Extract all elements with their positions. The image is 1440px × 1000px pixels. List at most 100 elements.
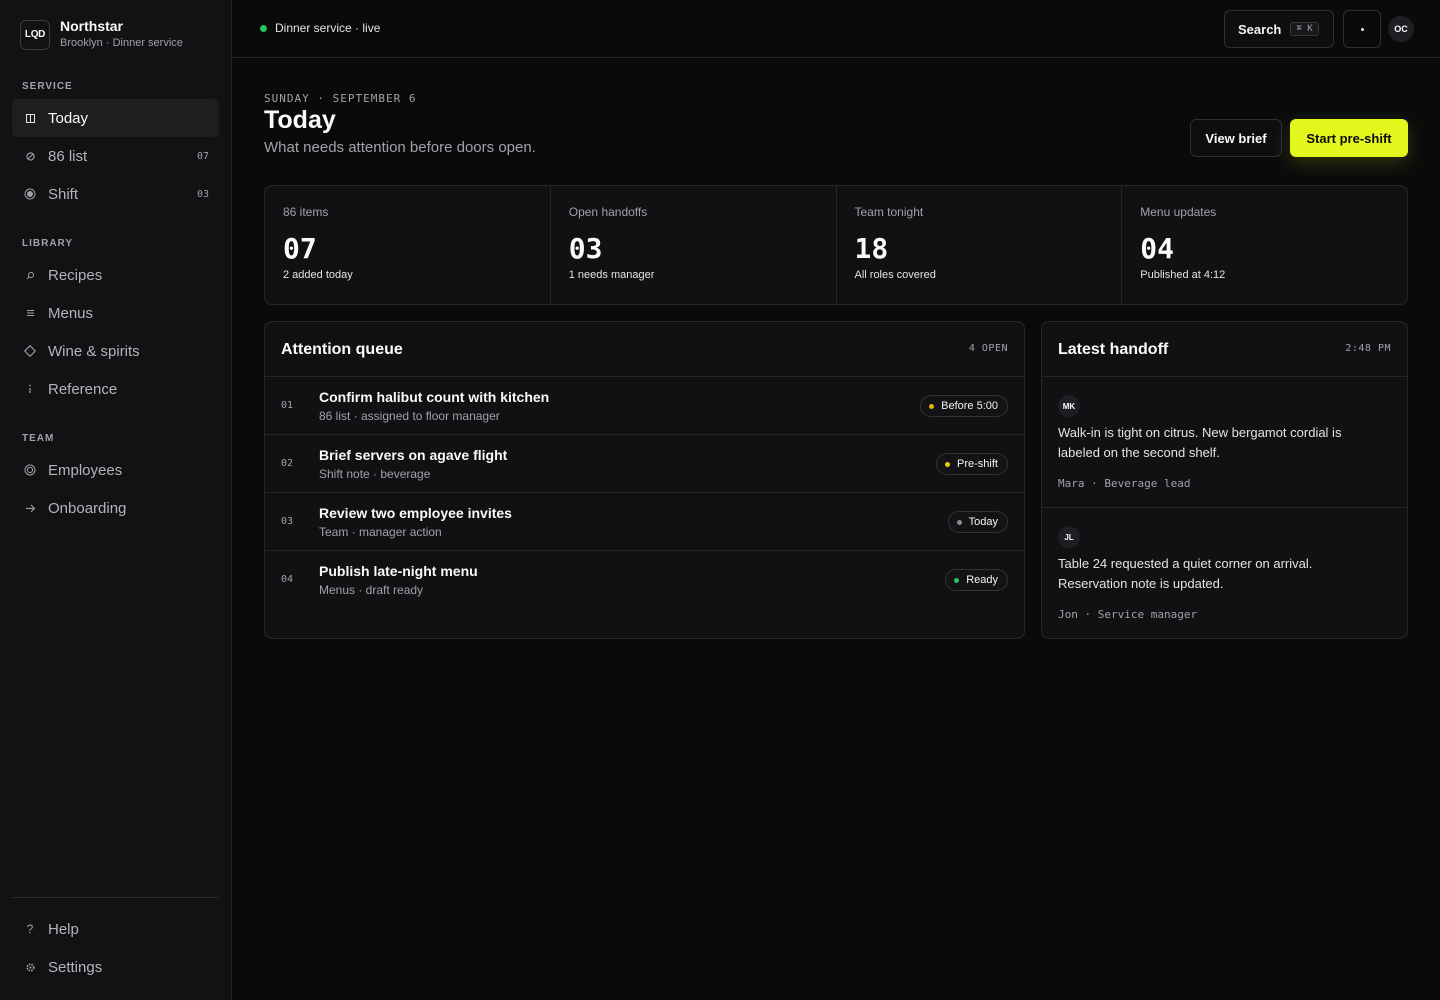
brand-subtitle: Brooklyn · Dinner service [60, 37, 183, 49]
handoff-author: Jon · Service manager [1058, 608, 1198, 621]
row-subtitle: 86 list · assigned to floor manager [319, 409, 500, 423]
ban-icon [12, 151, 48, 161]
stat-value: 18 [854, 232, 889, 265]
search-button[interactable]: Search ⌘ K [1224, 10, 1334, 48]
sidebar-item-label: Onboarding [48, 499, 127, 517]
handoff-text: Walk-in is tight on citrus. New bergamot… [1058, 425, 1342, 460]
stat-label: Team tonight [854, 205, 924, 219]
sidebar-item-count: 07 [196, 150, 209, 162]
brand-logo: LQD [20, 19, 50, 50]
avatar: JL [1058, 526, 1080, 548]
topbar: Dinner service · live Search ⌘ K OC [232, 0, 1440, 58]
sidebar-item-label: Employees [48, 461, 123, 479]
section-label-team: TEAM [22, 433, 55, 444]
search-label: Search [1238, 21, 1282, 37]
diamond-icon [12, 345, 48, 357]
panel-header: Latest handoff 2:48 PM [1042, 322, 1407, 377]
stat-sub: All roles covered [854, 269, 936, 281]
queue-row[interactable]: 03 Review two employee invites Team · ma… [265, 493, 1024, 551]
badge-label: Pre-shift [957, 458, 998, 470]
sidebar-item-settings[interactable]: Settings [12, 948, 219, 986]
row-subtitle: Menus · draft ready [319, 583, 424, 597]
stat-value: 04 [1140, 232, 1174, 265]
attention-queue-panel: Attention queue 4 OPEN 01 Confirm halibu… [264, 321, 1025, 639]
row-title: Confirm halibut count with kitchen [319, 389, 550, 405]
radio-icon [12, 188, 48, 200]
row-title: Publish late-night menu [319, 563, 478, 579]
avatar: MK [1058, 395, 1080, 417]
view-brief-button[interactable]: View brief [1190, 119, 1282, 157]
start-preshift-button[interactable]: Start pre-shift [1290, 119, 1408, 157]
page-title: Today [264, 106, 336, 134]
sidebar-item-reference[interactable]: Reference [12, 370, 219, 408]
brand-name: Northstar [60, 18, 124, 34]
badge-label: Today [968, 516, 998, 528]
lines-icon [12, 309, 48, 317]
sidebar-item-label: Reference [48, 380, 118, 398]
sidebar-item-label: 86 list [48, 147, 88, 165]
row-title: Brief servers on agave flight [319, 447, 508, 463]
sidebar-item-shift[interactable]: Shift 03 [12, 175, 219, 213]
stat-menu-updates[interactable]: Menu updates 04 Published at 4:12 [1122, 186, 1407, 304]
sidebar-item-label: Recipes [48, 266, 103, 284]
status-badge: Ready [945, 569, 1008, 591]
stat-86-items[interactable]: 86 items 07 2 added today [265, 186, 551, 304]
gear-icon [12, 962, 48, 972]
row-subtitle: Team · manager action [319, 525, 442, 539]
section-label-library: LIBRARY [22, 238, 74, 249]
stat-team-tonight[interactable]: Team tonight 18 All roles covered [837, 186, 1123, 304]
sidebar-item-recipes[interactable]: Recipes [12, 256, 219, 294]
stat-sub: Published at 4:12 [1140, 269, 1226, 281]
badge-dot-icon [945, 461, 951, 467]
sidebar-item-label: Help [48, 920, 79, 938]
more-button[interactable] [1343, 10, 1381, 48]
row-number: 02 [281, 458, 294, 469]
arrow-right-icon [12, 504, 48, 513]
sidebar: LQD Northstar Brooklyn · Dinner service … [0, 0, 232, 1000]
search-shortcut: ⌘ K [1290, 22, 1319, 36]
sidebar-item-label: Menus [48, 304, 94, 322]
handoff-note[interactable]: JL Table 24 requested a quiet corner on … [1042, 508, 1407, 639]
sidebar-item-label: Settings [48, 958, 103, 976]
sidebar-item-label: Today [48, 109, 89, 127]
section-label-service: SERVICE [22, 81, 73, 92]
queue-row[interactable]: 01 Confirm halibut count with kitchen 86… [265, 377, 1024, 435]
sidebar-item-onboarding[interactable]: Onboarding [12, 489, 219, 527]
queue-row[interactable]: 02 Brief servers on agave flight Shift n… [265, 435, 1024, 493]
badge-label: Before 5:00 [941, 400, 998, 412]
sidebar-item-label: Wine & spirits [48, 342, 140, 360]
row-subtitle: Shift note · beverage [319, 467, 431, 481]
live-status: Dinner service · live [260, 21, 380, 35]
stat-label: 86 items [283, 205, 329, 219]
sidebar-item-menus[interactable]: Menus [12, 294, 219, 332]
sidebar-item-wine-spirits[interactable]: Wine & spirits [12, 332, 219, 370]
sidebar-item-86-list[interactable]: 86 list 07 [12, 137, 219, 175]
live-status-text: Dinner service · live [275, 21, 381, 35]
sidebar-item-count: 03 [196, 188, 209, 200]
queue-count: 4 OPEN [968, 343, 1008, 354]
badge-dot-icon [954, 577, 960, 583]
handoff-time: 2:48 PM [1345, 343, 1391, 354]
brand[interactable]: LQD Northstar Brooklyn · Dinner service [20, 18, 183, 51]
grid-icon [12, 113, 48, 123]
sidebar-item-employees[interactable]: Employees [12, 451, 219, 489]
stat-sub: 1 needs manager [568, 269, 655, 281]
sidebar-item-help[interactable]: ? Help [12, 910, 219, 948]
status-badge: Today [947, 511, 1008, 533]
handoff-author: Mara · Beverage lead [1058, 477, 1191, 490]
badge-dot-icon [956, 519, 962, 525]
row-number: 01 [281, 400, 294, 411]
sidebar-item-today[interactable]: Today [12, 99, 219, 137]
stats-strip: 86 items 07 2 added today Open handoffs … [264, 185, 1408, 305]
stat-open-handoffs[interactable]: Open handoffs 03 1 needs manager [551, 186, 837, 304]
avatar[interactable]: OC [1388, 16, 1414, 42]
handoff-note[interactable]: MK Walk-in is tight on citrus. New berga… [1042, 377, 1407, 508]
stat-label: Open handoffs [568, 205, 648, 219]
stat-value: 03 [568, 232, 603, 265]
sidebar-divider [12, 897, 219, 898]
panel-title: Latest handoff [1058, 341, 1169, 358]
stat-label: Menu updates [1140, 205, 1217, 219]
queue-row[interactable]: 04 Publish late-night menu Menus · draft… [265, 551, 1024, 609]
panel-header: Attention queue 4 OPEN [265, 322, 1024, 377]
ring-icon [12, 464, 48, 476]
